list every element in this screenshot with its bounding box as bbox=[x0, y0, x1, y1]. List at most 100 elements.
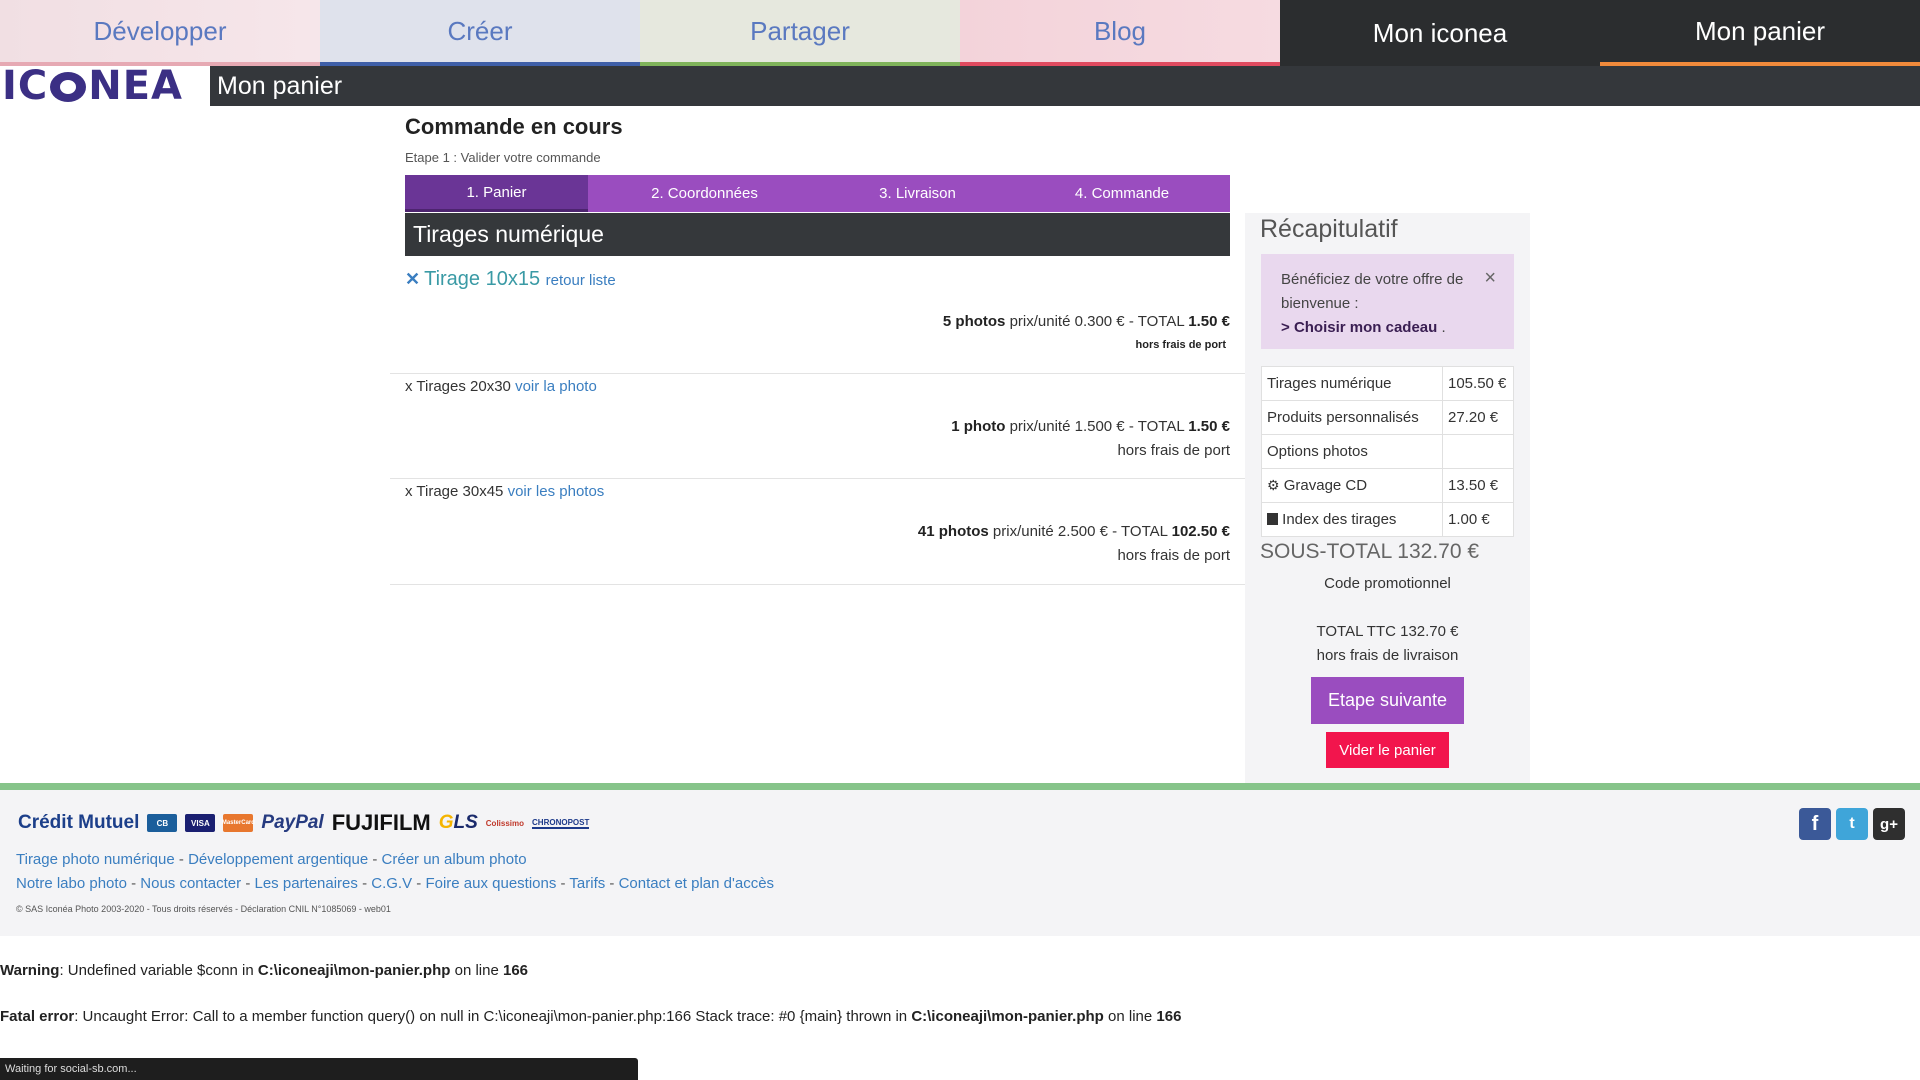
step-livraison[interactable]: 3. Livraison bbox=[821, 175, 1014, 212]
item-total: 1.50 € bbox=[1188, 418, 1230, 435]
step-coordonnees[interactable]: 2. Coordonnées bbox=[588, 175, 821, 212]
summary-value bbox=[1442, 434, 1514, 469]
footer-link[interactable]: Les partenaires bbox=[255, 875, 358, 892]
link-separator: - bbox=[556, 875, 570, 892]
subtotal: SOUS-TOTAL 132.70 € bbox=[1260, 540, 1480, 563]
nav-tab-mon-iconea[interactable]: Mon iconea bbox=[1280, 0, 1600, 66]
nav-tab-partager[interactable]: Partager bbox=[640, 0, 960, 66]
view-photos-link[interactable]: voir les photos bbox=[508, 483, 605, 500]
warning-file: C:\iconeaji\mon-panier.php bbox=[257, 962, 451, 979]
promo-code-link[interactable]: Code promotionnel bbox=[1261, 575, 1514, 592]
summary-table: Tirages numérique 105.50 € Produits perso… bbox=[1261, 366, 1514, 537]
nav-tab-developper[interactable]: Développer bbox=[0, 0, 320, 66]
mastercard-logo: MasterCard bbox=[222, 814, 255, 832]
item-unit-price: prix/unité 0.300 € - TOTAL bbox=[1005, 313, 1189, 330]
item-name: x Tirage 30x45 bbox=[405, 483, 504, 500]
summary-row: ⚙ Gravage CD 13.50 € bbox=[1261, 468, 1514, 503]
warning-on-line: on line bbox=[450, 962, 503, 979]
summary-label: Options photos bbox=[1261, 434, 1443, 469]
item-shipping-note: hors frais de port bbox=[1135, 339, 1226, 351]
item-shipping-note: hors frais de port bbox=[1117, 442, 1230, 459]
summary-label: Produits personnalisés bbox=[1261, 400, 1443, 435]
remove-icon[interactable]: ✕ bbox=[405, 269, 420, 289]
calendar-icon bbox=[1267, 513, 1278, 525]
step-commande[interactable]: 4. Commande bbox=[1014, 175, 1230, 212]
logo-text-ic: IC bbox=[2, 63, 49, 109]
browser-status-bar: Waiting for social-sb.com... bbox=[0, 1058, 638, 1080]
logo-o-mark bbox=[50, 72, 87, 102]
google-plus-icon[interactable]: g+ bbox=[1873, 808, 1905, 840]
credit-mutuel-logo: Crédit Mutuel bbox=[18, 812, 140, 833]
item-qty: 1 photo bbox=[951, 418, 1006, 435]
fatal-label: Fatal error bbox=[0, 1008, 75, 1025]
step-panier[interactable]: 1. Panier bbox=[405, 175, 588, 212]
item-qty: 5 photos bbox=[942, 313, 1006, 330]
summary-title: Récapitulatif bbox=[1260, 215, 1398, 243]
warning-label: Warning bbox=[0, 962, 60, 979]
item-shipping-note: hors frais de port bbox=[1117, 547, 1230, 564]
checkout-steps: 1. Panier 2. Coordonnées 3. Livraison 4.… bbox=[405, 175, 1230, 212]
next-step-button[interactable]: Etape suivante bbox=[1311, 677, 1464, 724]
empty-cart-button[interactable]: Vider le panier bbox=[1326, 732, 1449, 768]
summary-value: 27.20 € bbox=[1442, 400, 1514, 435]
facebook-icon[interactable]: f bbox=[1799, 808, 1831, 840]
close-icon[interactable]: × bbox=[1484, 266, 1496, 290]
footer-link[interactable]: C.G.V bbox=[371, 875, 412, 892]
link-separator: - bbox=[174, 851, 189, 868]
footer-link[interactable]: Créer un album photo bbox=[382, 851, 527, 868]
footer-link[interactable]: Développement argentique bbox=[188, 851, 368, 868]
link-separator: - bbox=[605, 875, 619, 892]
partner-logos: Crédit Mutuel CB VISA MasterCard PayPal … bbox=[18, 810, 590, 836]
gls-logo: GLS bbox=[438, 812, 478, 833]
iconea-logo[interactable]: IC NEA bbox=[0, 63, 210, 109]
summary-value: 13.50 € bbox=[1442, 468, 1514, 503]
item-total: 102.50 € bbox=[1171, 523, 1230, 540]
footer-link[interactable]: Tarifs bbox=[569, 875, 605, 892]
php-warning: Warning: Undefined variable $conn in C:\… bbox=[0, 962, 528, 979]
offer-text: Bénéficiez de votre offre de bienvenue : bbox=[1281, 271, 1464, 312]
link-separator: - bbox=[412, 875, 426, 892]
page-title: Mon panier bbox=[217, 72, 343, 100]
item-unit-price: prix/unité 2.500 € - TOTAL bbox=[988, 523, 1172, 540]
twitter-icon[interactable]: t bbox=[1836, 808, 1868, 840]
footer-link[interactable]: Contact et plan d'accès bbox=[619, 875, 774, 892]
footer-link[interactable]: Notre labo photo bbox=[16, 875, 127, 892]
item-price-line: 1 photo prix/unité 1.500 € - TOTAL 1.50 … bbox=[951, 418, 1230, 435]
link-separator: - bbox=[368, 851, 382, 868]
fatal-file: C:\iconeaji\mon-panier.php bbox=[911, 1008, 1104, 1025]
nav-tab-creer[interactable]: Créer bbox=[320, 0, 640, 66]
fatal-on-line: on line bbox=[1103, 1008, 1157, 1025]
php-fatal-error: Fatal error: Uncaught Error: Call to a m… bbox=[0, 1008, 1181, 1025]
divider bbox=[390, 478, 1245, 479]
colissimo-logo: Colissimo bbox=[485, 818, 525, 828]
choose-gift-link[interactable]: Choisir mon cadeau bbox=[1294, 319, 1437, 336]
item-total: 1.50 € bbox=[1188, 313, 1230, 330]
item-price-line: 41 photos prix/unité 2.500 € - TOTAL 102… bbox=[918, 523, 1230, 540]
logo-text-nea: NEA bbox=[88, 63, 184, 109]
total-ttc: TOTAL TTC 132.70 € bbox=[1316, 623, 1459, 640]
nav-tab-blog[interactable]: Blog bbox=[960, 0, 1280, 66]
fujifilm-logo: FUJIFILM bbox=[331, 810, 431, 835]
summary-row: Options photos bbox=[1261, 434, 1514, 469]
footer-link[interactable]: Foire aux questions bbox=[425, 875, 556, 892]
link-separator: - bbox=[126, 875, 141, 892]
footer-link[interactable]: Nous contacter bbox=[140, 875, 241, 892]
summary-row: Produits personnalisés 27.20 € bbox=[1261, 400, 1514, 435]
link-separator: - bbox=[357, 875, 372, 892]
section-title: Tirages numérique bbox=[405, 213, 1230, 256]
visa-card-logo: VISA bbox=[185, 814, 216, 832]
item-qty: 41 photos bbox=[917, 523, 989, 540]
nav-tab-mon-panier[interactable]: Mon panier bbox=[1600, 0, 1920, 66]
link-separator: - bbox=[241, 875, 255, 892]
cart-item-title: x Tirage 30x45 voir les photos bbox=[405, 483, 604, 500]
total-note: hors frais de livraison bbox=[1316, 647, 1459, 664]
cart-item-title: ✕ Tirage 10x15 retour liste bbox=[405, 268, 616, 291]
footer-link[interactable]: Tirage photo numérique bbox=[16, 851, 175, 868]
view-photo-link[interactable]: voir la photo bbox=[515, 378, 597, 395]
step-label: Etape 1 : Valider votre commande bbox=[405, 150, 601, 165]
offer-link-prefix: > bbox=[1281, 319, 1294, 336]
warning-message: : Undefined variable $conn in bbox=[59, 962, 258, 979]
chronopost-logo: CHRONOPOST bbox=[532, 817, 590, 829]
back-to-list-link[interactable]: retour liste bbox=[546, 272, 616, 289]
summary-row: Tirages numérique 105.50 € bbox=[1261, 366, 1514, 401]
